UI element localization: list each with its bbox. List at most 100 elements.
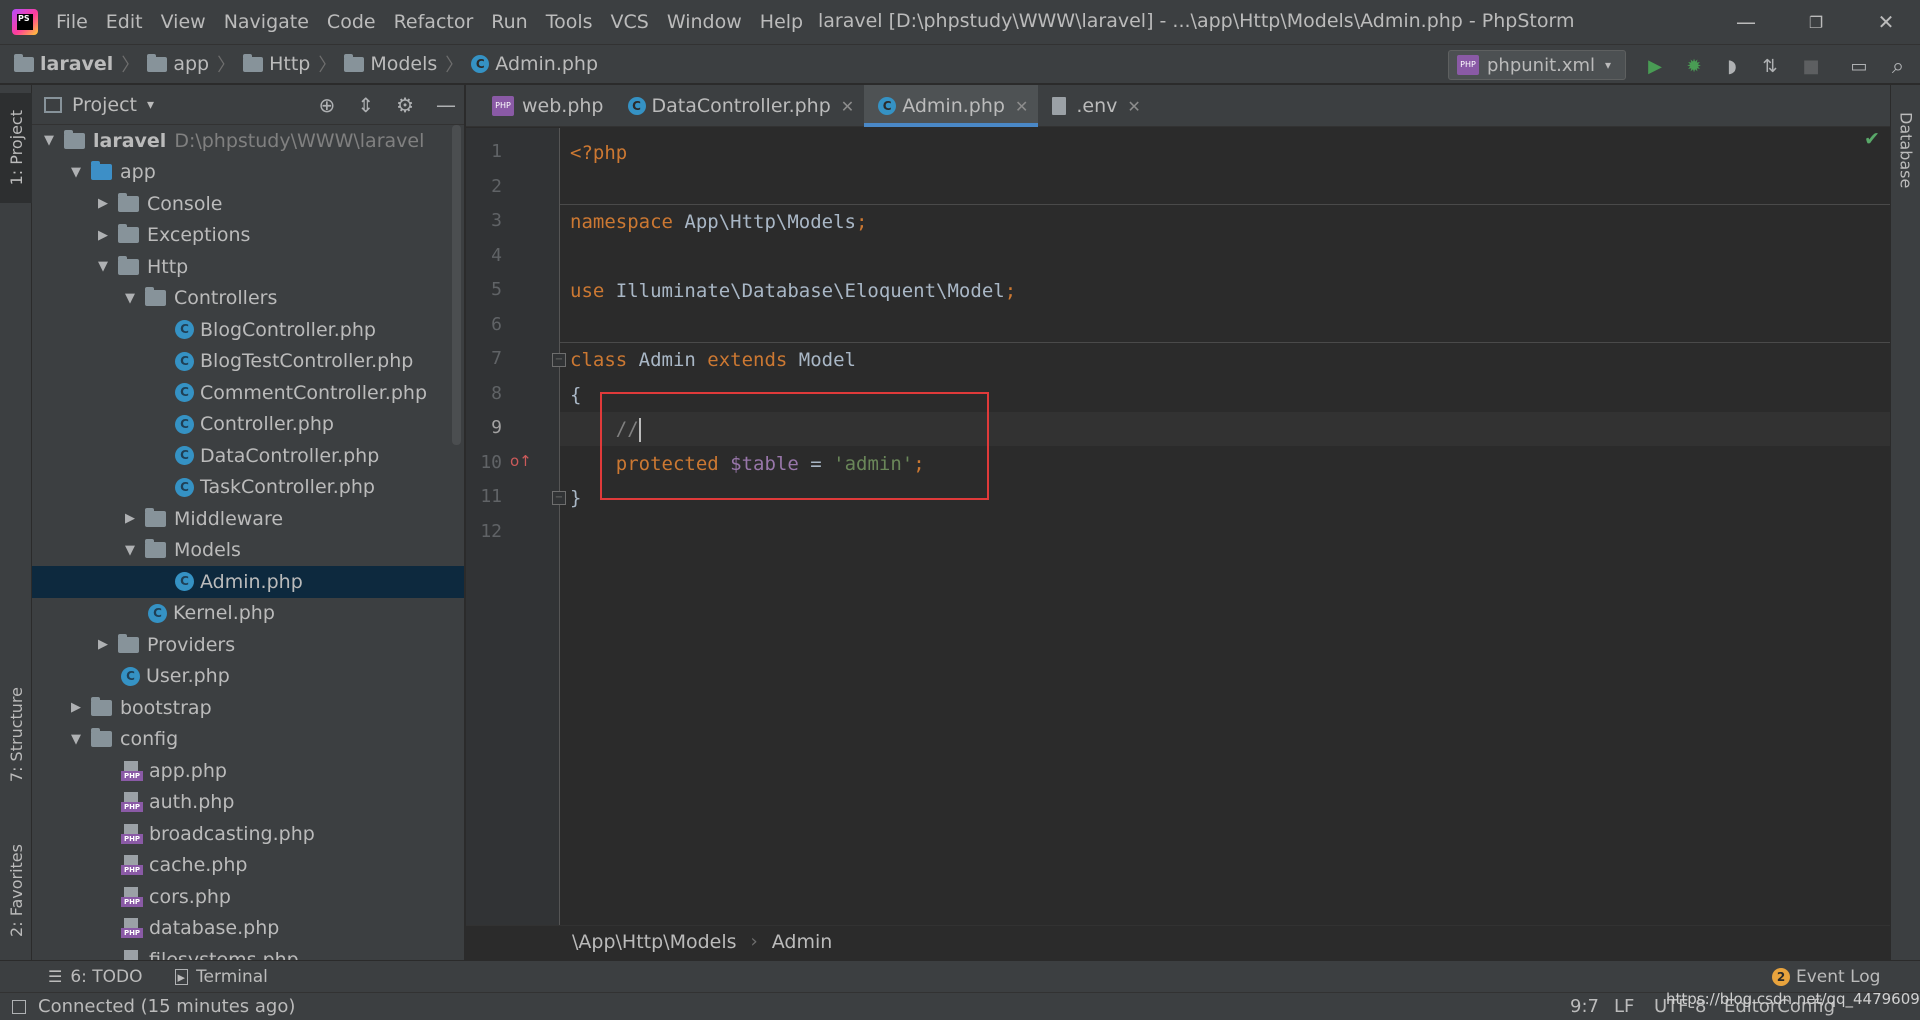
menu-item-run[interactable]: Run	[491, 11, 527, 33]
tree-item[interactable]: C CommentController.php	[32, 377, 464, 409]
terminal-toggle-icon[interactable]: ▭	[1846, 53, 1872, 79]
tree-item[interactable]: ▶ Middleware	[32, 503, 464, 535]
tree-item[interactable]: ▼ Http	[32, 251, 464, 283]
project-tool-tab[interactable]: 1: Project	[0, 93, 32, 203]
project-panel-title[interactable]: Project	[72, 94, 137, 116]
breadcrumb-item[interactable]: C Admin.php	[471, 53, 598, 75]
run-icon[interactable]: ▶	[1642, 53, 1668, 79]
tree-item[interactable]: ▼ Models	[32, 535, 464, 567]
code-editor[interactable]: 1 2 3 4 5 6 7 8 9 10 11 12− − o↑ <?php namespace App\H…	[466, 128, 1890, 955]
menu-item-view[interactable]: View	[161, 11, 206, 33]
hide-panel-icon[interactable]: —	[436, 93, 456, 117]
breadcrumb-item[interactable]: Http	[243, 53, 310, 75]
chevron-down-icon[interactable]: ▾	[147, 97, 154, 113]
favorites-tool-tab[interactable]: 2: Favorites	[0, 825, 32, 955]
menu-item-help[interactable]: Help	[760, 11, 803, 33]
breadcrumb-item[interactable]: laravel	[14, 53, 113, 75]
collapsed-arrow-icon[interactable]: ▶	[94, 637, 112, 652]
tree-item[interactable]: C BlogController.php	[32, 314, 464, 346]
code-line[interactable]	[560, 171, 1890, 205]
tree-item[interactable]: cache.php	[32, 850, 464, 882]
minimize-button[interactable]: —	[1726, 4, 1766, 40]
tree-item[interactable]: database.php	[32, 913, 464, 945]
search-icon[interactable]: ⌕	[1885, 53, 1911, 79]
tree-item[interactable]: ▼ app	[32, 157, 464, 189]
menu-item-refactor[interactable]: Refactor	[394, 11, 474, 33]
collapse-all-icon[interactable]: ⇕	[357, 93, 374, 117]
breadcrumb-item[interactable]: Models	[344, 53, 437, 75]
tree-item[interactable]: ▶ Providers	[32, 629, 464, 661]
code-line[interactable]: namespace App\Http\Models;	[560, 205, 1890, 239]
menu-item-code[interactable]: Code	[327, 11, 376, 33]
gear-icon[interactable]: ⚙	[396, 93, 414, 117]
restore-button[interactable]: ❐	[1796, 4, 1836, 40]
tree-item[interactable]: C TaskController.php	[32, 472, 464, 504]
editor-breadcrumb-item[interactable]: \App\Http\Models	[572, 931, 737, 953]
code-line[interactable]: <?php	[560, 136, 1890, 170]
tree-item[interactable]: C User.php	[32, 661, 464, 693]
breadcrumb-item[interactable]: app	[147, 53, 209, 75]
tool-windows-toggle-icon[interactable]	[12, 999, 26, 1014]
tree-item[interactable]: auth.php	[32, 787, 464, 819]
code-line[interactable]	[560, 309, 1890, 343]
expanded-arrow-icon[interactable]: ▼	[40, 133, 58, 148]
editor-tab[interactable]: PHP web.php	[478, 85, 614, 127]
menu-item-edit[interactable]: Edit	[106, 11, 143, 33]
collapsed-arrow-icon[interactable]: ▶	[94, 228, 112, 243]
tree-item[interactable]: cors.php	[32, 881, 464, 913]
close-tab-icon[interactable]: ✕	[841, 97, 854, 116]
structure-tool-tab[interactable]: 7: Structure	[0, 675, 32, 795]
editor-tab[interactable]: C DataController.php ✕	[614, 85, 865, 127]
event-log-button[interactable]: 2 Event Log	[1772, 967, 1880, 987]
code-area[interactable]: <?php namespace App\Http\Models; use Illum…	[560, 128, 1890, 955]
override-method-icon[interactable]: o↑	[510, 452, 532, 470]
collapsed-arrow-icon[interactable]: ▶	[67, 700, 85, 715]
expanded-arrow-icon[interactable]: ▼	[67, 732, 85, 747]
todo-tool-button[interactable]: ☰ 6: TODO	[48, 967, 143, 987]
menu-item-navigate[interactable]: Navigate	[224, 11, 309, 33]
stop-icon[interactable]: ■	[1798, 53, 1824, 79]
terminal-tool-button[interactable]: ▸ Terminal	[174, 967, 268, 987]
menu-item-window[interactable]: Window	[667, 11, 742, 33]
editor-breadcrumb-item[interactable]: Admin	[772, 931, 833, 953]
close-tab-icon[interactable]: ✕	[1127, 97, 1140, 116]
collapsed-arrow-icon[interactable]: ▶	[94, 196, 112, 211]
expanded-arrow-icon[interactable]: ▼	[121, 291, 139, 306]
tree-item[interactable]: app.php	[32, 755, 464, 787]
tree-item[interactable]: ▶ Exceptions	[32, 220, 464, 252]
profile-icon[interactable]: ⇅	[1757, 53, 1783, 79]
collapsed-arrow-icon[interactable]: ▶	[121, 511, 139, 526]
coverage-icon[interactable]: ◗	[1719, 53, 1745, 79]
tree-item[interactable]: C Kernel.php	[32, 598, 464, 630]
database-tool-tab[interactable]: Database	[1891, 95, 1920, 205]
expanded-arrow-icon[interactable]: ▼	[121, 543, 139, 558]
code-line[interactable]: use Illuminate\Database\Eloquent\Model;	[560, 274, 1890, 308]
locate-file-icon[interactable]: ⊕	[319, 93, 336, 117]
line-separator[interactable]: LF	[1614, 996, 1634, 1017]
tree-item[interactable]: C BlogTestController.php	[32, 346, 464, 378]
debug-icon[interactable]: ✹	[1681, 53, 1707, 79]
code-line[interactable]	[560, 240, 1890, 274]
project-scrollbar[interactable]	[452, 125, 461, 445]
tree-item[interactable]: ▶ bootstrap	[32, 692, 464, 724]
tree-item[interactable]: ▶ Console	[32, 188, 464, 220]
tree-item[interactable]: filesystems.php	[32, 944, 464, 960]
tree-item[interactable]: C DataController.php	[32, 440, 464, 472]
run-configuration-select[interactable]: PHP phpunit.xml ▾	[1448, 50, 1626, 80]
tree-item[interactable]: ▼ Controllers	[32, 283, 464, 315]
tree-item[interactable]: ▼ laravel D:\phpstudy\WWW\laravel	[32, 125, 464, 157]
tree-item[interactable]: ▼ config	[32, 724, 464, 756]
tree-item[interactable]: broadcasting.php	[32, 818, 464, 850]
menu-item-vcs[interactable]: VCS	[611, 11, 649, 33]
menu-item-tools[interactable]: Tools	[546, 11, 593, 33]
menu-item-file[interactable]: File	[56, 11, 88, 33]
expanded-arrow-icon[interactable]: ▼	[94, 259, 112, 274]
tree-item[interactable]: C Admin.php	[32, 566, 464, 598]
editor-tab[interactable]: .env ✕	[1038, 85, 1150, 127]
code-line[interactable]	[560, 516, 1890, 550]
close-window-button[interactable]: ✕	[1866, 4, 1906, 40]
caret-position[interactable]: 9:7	[1570, 996, 1599, 1017]
close-tab-icon[interactable]: ✕	[1015, 97, 1028, 116]
expanded-arrow-icon[interactable]: ▼	[67, 165, 85, 180]
tree-item[interactable]: C Controller.php	[32, 409, 464, 441]
